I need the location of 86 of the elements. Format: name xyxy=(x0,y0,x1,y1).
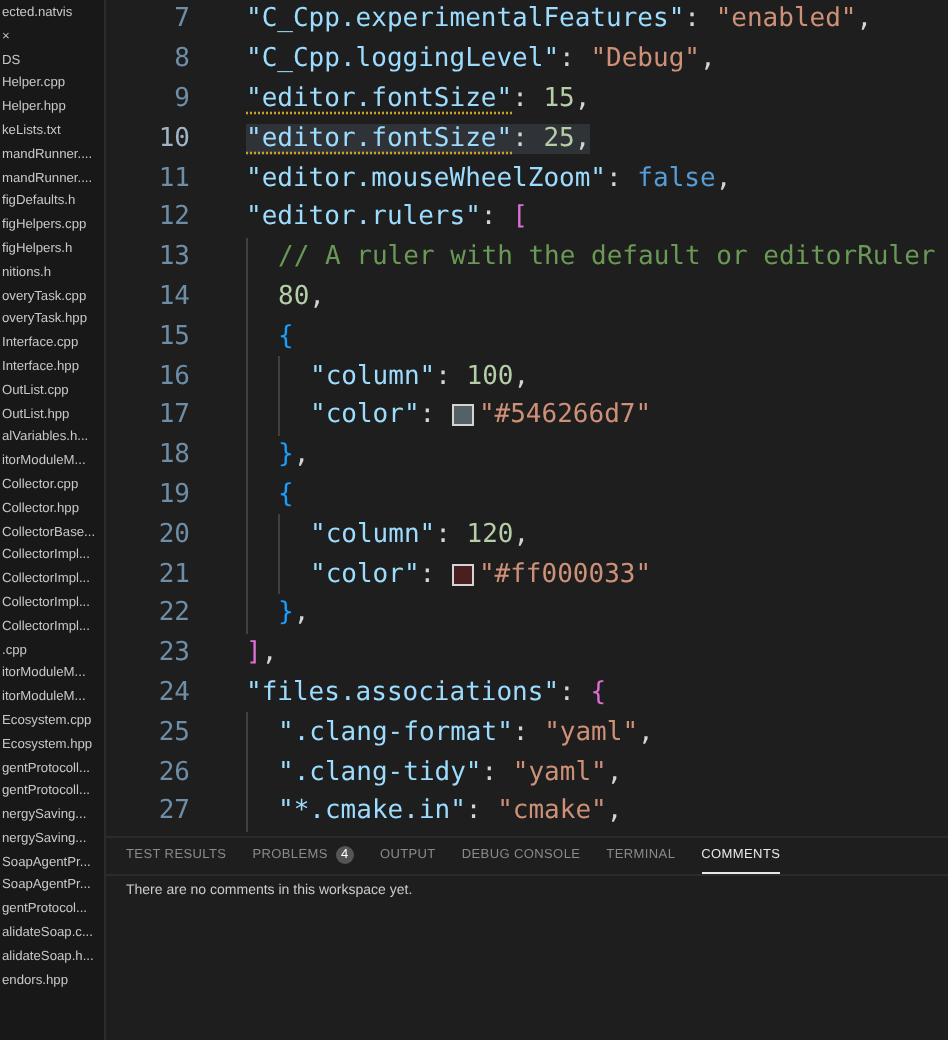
code-token: "color" xyxy=(310,559,420,590)
code-token: , xyxy=(574,83,591,114)
line-number: 26 xyxy=(156,757,192,788)
code-token: : xyxy=(435,519,453,550)
code-token: : xyxy=(435,361,453,392)
line-number: 27 xyxy=(156,796,192,827)
code-token: ] xyxy=(246,638,262,669)
code-token: "editor.mouseWheelZoom" xyxy=(246,163,607,194)
code-token: , xyxy=(856,4,873,35)
code-token: { xyxy=(590,677,607,708)
code-token: , xyxy=(513,519,530,550)
code-token: , xyxy=(293,598,310,629)
code-token: [ xyxy=(512,202,528,233)
line-number: 14 xyxy=(156,281,192,312)
code-token: 100 xyxy=(466,361,514,392)
code-token: "color" xyxy=(310,400,420,431)
code-token: 120 xyxy=(466,519,514,550)
line-number: 18 xyxy=(156,440,192,471)
code-token: 15 xyxy=(543,83,575,114)
line-number: 10 xyxy=(156,123,192,154)
code-token: "#ff000033" xyxy=(478,559,652,590)
code-token: 80 xyxy=(278,281,310,312)
line-number: 20 xyxy=(156,519,192,550)
line-number: 19 xyxy=(156,479,192,510)
code-token: "*.cmake.in" xyxy=(278,796,466,827)
code-token: // A ruler with the default or editorRuler xyxy=(278,242,936,273)
code-token: "editor.fontSize" xyxy=(246,83,513,114)
code-token: , xyxy=(513,361,530,392)
code-token: : xyxy=(559,44,577,75)
code-token: "C_Cpp.experimentalFeatures" xyxy=(246,4,685,35)
code-token: "editor.rulers" xyxy=(246,202,481,233)
code-token: , xyxy=(309,281,325,312)
code-token: , xyxy=(700,44,716,75)
code-token: : xyxy=(512,717,531,748)
code-token: "yaml" xyxy=(512,757,607,788)
code-token: , xyxy=(574,123,591,154)
code-token: , xyxy=(606,796,623,827)
code-token: 25 xyxy=(543,123,575,154)
code-token: , xyxy=(293,440,310,471)
code-token: ".clang-tidy" xyxy=(278,757,482,788)
code-token: "yaml" xyxy=(544,717,639,748)
line-number: 16 xyxy=(156,361,192,392)
code-token: { xyxy=(278,479,294,510)
code-token: "Debug" xyxy=(590,44,700,75)
code-token: : xyxy=(480,202,499,233)
color-swatch[interactable] xyxy=(452,563,475,586)
code-token: "C_Cpp.loggingLevel" xyxy=(246,44,560,75)
line-number: 8 xyxy=(172,44,192,75)
line-number: 12 xyxy=(156,202,192,233)
code-token: "editor.fontSize" xyxy=(246,123,513,154)
code-token: { xyxy=(278,321,294,352)
code-token: false xyxy=(637,163,716,194)
code-token: : xyxy=(606,163,624,194)
line-number: 24 xyxy=(156,677,192,708)
line-number: 13 xyxy=(156,242,192,273)
code-token: , xyxy=(638,717,654,748)
code-token: "column" xyxy=(310,361,436,392)
code-token: : xyxy=(559,677,577,708)
code-token: : xyxy=(481,757,500,788)
code-token: "enabled" xyxy=(715,4,857,35)
line-number: 9 xyxy=(172,83,192,114)
code-token: "cmake" xyxy=(497,796,607,827)
line-number: 17 xyxy=(156,400,192,431)
line-number: 11 xyxy=(156,163,192,194)
color-swatch[interactable] xyxy=(452,404,475,427)
code-token: : xyxy=(512,83,530,114)
code-token: "column" xyxy=(310,519,436,550)
code-token: "#546266d7" xyxy=(478,400,652,431)
code-token: } xyxy=(278,440,294,471)
code-token: : xyxy=(419,559,438,590)
line-number: 22 xyxy=(156,598,192,629)
line-number: 25 xyxy=(156,717,192,748)
code-token: : xyxy=(465,796,484,827)
line-number: 7 xyxy=(172,4,192,35)
line-number: 15 xyxy=(156,321,192,352)
code-token: : xyxy=(512,123,530,154)
line-number: 21 xyxy=(156,559,192,590)
code-token: ".clang-format" xyxy=(278,717,513,748)
code-token: : xyxy=(684,4,702,35)
line-number: 23 xyxy=(156,638,192,669)
code-token: "files.associations" xyxy=(246,677,560,708)
code-token: , xyxy=(606,757,623,788)
code-token: } xyxy=(278,598,294,629)
code-token: : xyxy=(419,400,438,431)
code-token: , xyxy=(715,163,732,194)
code-token: , xyxy=(261,638,278,669)
